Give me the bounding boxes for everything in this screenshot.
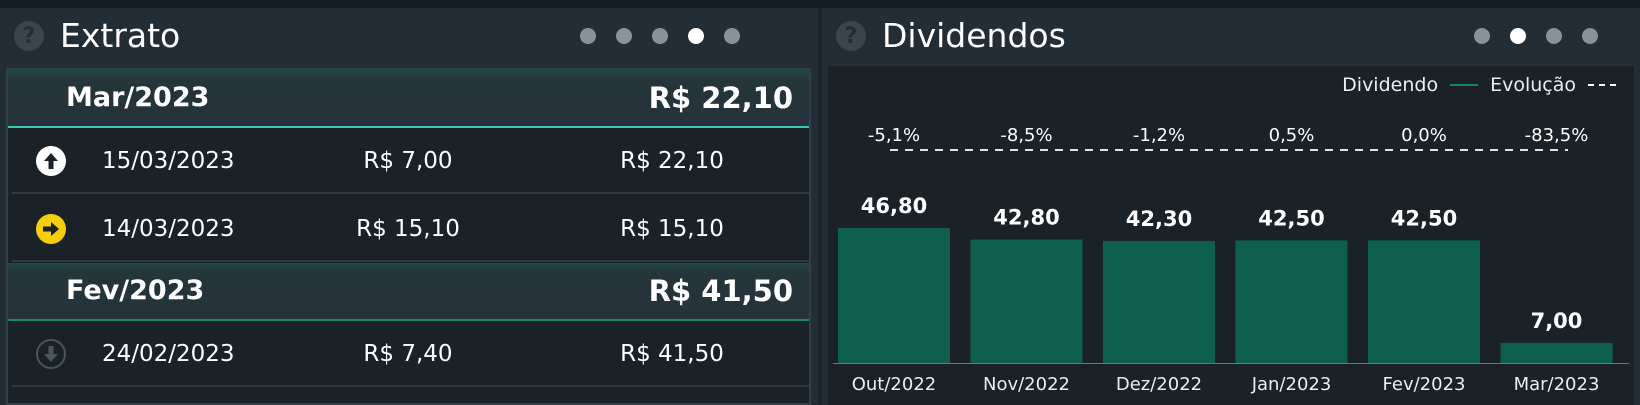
group-month: Mar/2023 xyxy=(66,82,210,113)
bar-data-label: 42,50 xyxy=(1391,206,1457,230)
chart-bar xyxy=(1500,342,1613,363)
help-icon[interactable]: ? xyxy=(14,21,44,51)
chart-bar xyxy=(1235,240,1348,363)
pager-dot[interactable] xyxy=(724,28,740,44)
list-item[interactable]: 15/03/2023 R$ 7,00 R$ 22,10 xyxy=(12,128,809,194)
legend-swatch-solid xyxy=(1450,84,1479,86)
row-date: 24/02/2023 xyxy=(102,341,235,367)
extrato-header: ? Extrato xyxy=(0,8,818,64)
evolution-label: -8,5% xyxy=(1000,125,1052,146)
bar-data-label: 42,50 xyxy=(1258,206,1324,230)
x-tick-label: Nov/2022 xyxy=(983,374,1070,395)
extrato-panel: ? Extrato Mar/2023 R$ 22,10 15/03/2023 R… xyxy=(0,8,818,405)
extrato-pager xyxy=(560,28,740,44)
bar-data-label: 46,80 xyxy=(861,194,927,218)
legend-label-evolucao: Evolução xyxy=(1490,74,1576,96)
chart-legend: Dividendo Evolução xyxy=(1342,74,1616,96)
x-tick-label: Out/2022 xyxy=(852,374,937,395)
pager-dot[interactable] xyxy=(1582,28,1598,44)
row-date: 15/03/2023 xyxy=(102,148,235,174)
dividendos-title: Dividendos xyxy=(882,16,1066,55)
group-month: Fev/2023 xyxy=(66,275,205,306)
row-value: R$ 15,10 xyxy=(356,216,460,242)
group-total: R$ 41,50 xyxy=(648,274,793,308)
dividend-chart: Dividendo Evolução 46,80 Out/2022 -5,1% 42,… xyxy=(828,66,1634,405)
dividendos-pager xyxy=(1454,28,1598,44)
arrow-right-icon xyxy=(36,214,66,244)
month-group-header[interactable]: Mar/2023 R$ 22,10 xyxy=(8,70,809,128)
row-balance: R$ 15,10 xyxy=(620,216,724,242)
dividendos-header: ? Dividendos xyxy=(822,8,1640,64)
group-total: R$ 22,10 xyxy=(648,81,793,115)
pager-dot[interactable] xyxy=(652,28,668,44)
help-icon[interactable]: ? xyxy=(836,21,866,51)
list-item[interactable]: 14/03/2023 R$ 15,10 R$ 15,10 xyxy=(12,196,809,262)
evolution-label: 0,5% xyxy=(1269,125,1315,146)
evolution-label: -83,5% xyxy=(1525,125,1589,146)
pager-dot[interactable] xyxy=(616,28,632,44)
x-tick-label: Jan/2023 xyxy=(1251,374,1332,395)
pager-dot-active[interactable] xyxy=(688,28,704,44)
chart-bar xyxy=(1103,240,1215,363)
pager-dot[interactable] xyxy=(580,28,596,44)
x-tick-label: Mar/2023 xyxy=(1514,374,1600,395)
x-tick-label: Dez/2022 xyxy=(1116,374,1202,395)
chart-bar xyxy=(1368,240,1480,363)
bar-data-label: 42,80 xyxy=(993,206,1059,230)
x-tick-label: Fev/2023 xyxy=(1383,374,1466,395)
dividendos-panel: ? Dividendos Dividendo Evolução 46,80 Out… xyxy=(822,8,1640,405)
row-balance: R$ 41,50 xyxy=(620,341,724,367)
top-strip xyxy=(0,0,1640,8)
row-balance: R$ 22,10 xyxy=(620,148,724,174)
bar-data-label: 7,00 xyxy=(1531,309,1583,333)
chart-bar xyxy=(838,228,950,363)
evolution-label: -1,2% xyxy=(1133,125,1185,146)
legend-label-dividendo: Dividendo xyxy=(1342,74,1439,96)
evolution-label: -5,1% xyxy=(868,125,920,146)
list-item[interactable]: 24/02/2023 R$ 7,40 R$ 41,50 xyxy=(12,321,809,387)
chart-bar xyxy=(970,239,1083,363)
month-group-header[interactable]: Fev/2023 R$ 41,50 xyxy=(8,263,809,321)
pager-dot-active[interactable] xyxy=(1510,28,1526,44)
legend-swatch-dashed xyxy=(1588,84,1616,86)
row-value: R$ 7,00 xyxy=(363,148,453,174)
row-value: R$ 7,40 xyxy=(363,341,453,367)
chart-canvas: 46,80 Out/2022 -5,1% 42,80 Nov/2022 -8,5% 42,3… xyxy=(833,125,1629,395)
evolution-label: 0,0% xyxy=(1401,125,1447,146)
pager-dot[interactable] xyxy=(1546,28,1562,44)
arrow-up-icon xyxy=(36,146,66,176)
arrow-down-icon xyxy=(36,339,66,369)
statement-list[interactable]: Mar/2023 R$ 22,10 15/03/2023 R$ 7,00 R$ … xyxy=(6,68,811,405)
bar-data-label: 42,30 xyxy=(1126,207,1192,231)
row-date: 14/03/2023 xyxy=(102,216,235,242)
pager-dot[interactable] xyxy=(1474,28,1490,44)
extrato-title: Extrato xyxy=(60,16,181,55)
